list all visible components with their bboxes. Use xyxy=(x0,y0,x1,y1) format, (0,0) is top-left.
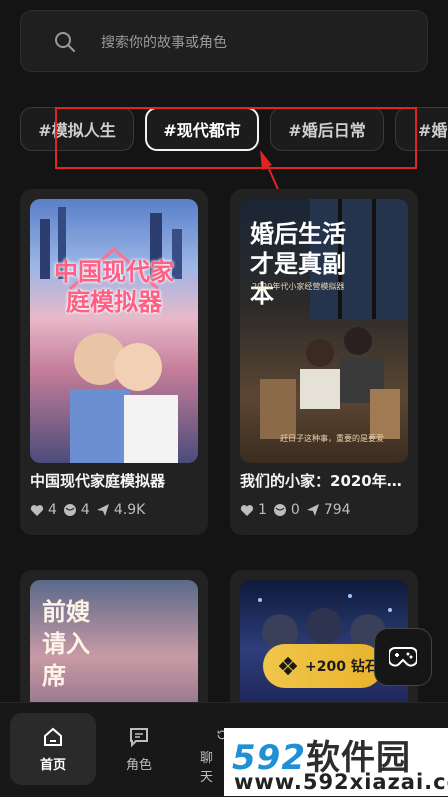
cover-title-text: 婚后生活才是真副本 xyxy=(250,220,346,308)
search-input[interactable] xyxy=(99,31,403,55)
story-card[interactable]: 前嫂请入席 xyxy=(20,570,208,710)
story-card[interactable]: 婚后生活才是真副本 2020年代小家经营模拟器 赶日子这种事，重要的是要爱 我们… xyxy=(230,189,418,535)
heart-icon xyxy=(30,504,44,516)
story-title: 我们的小家：2020年代小家经营模拟器 xyxy=(240,472,416,490)
play-count: 4 xyxy=(80,502,90,518)
like-count: 4 xyxy=(48,502,57,518)
cover-caption-text: 赶日子这种事，重要的是要爱 xyxy=(280,434,384,443)
cover-title-text: 中国现代家庭模拟器 xyxy=(54,258,174,316)
nav-chat[interactable]: 聊天 xyxy=(180,713,224,785)
nav-home[interactable]: 首页 xyxy=(10,713,96,785)
play-count: 0 xyxy=(290,502,300,518)
watermark-logo: 592软件园 www.592xiazai.com xyxy=(224,728,448,796)
story-title: 中国现代家庭模拟器 xyxy=(30,472,166,490)
search-bar[interactable] xyxy=(20,10,428,72)
cover-subtitle-text: 2020年代小家经营模拟器 xyxy=(252,282,345,291)
story-cover-image: 前嫂请入席 xyxy=(30,580,198,710)
gamepad-icon xyxy=(389,647,417,667)
share-count: 794 xyxy=(323,502,351,518)
story-cover-image: 中国现代家庭模拟器 xyxy=(30,199,198,463)
chat-box-icon xyxy=(130,727,148,747)
like-count: 1 xyxy=(258,502,267,518)
home-icon xyxy=(44,727,62,746)
nav-chat-label: 聊天 xyxy=(200,751,214,785)
story-stats: 1 0 794 xyxy=(240,502,351,518)
watermark-url: www.592xiazai.com xyxy=(234,770,448,794)
game-button[interactable] xyxy=(374,628,432,686)
nav-home-label: 首页 xyxy=(39,757,66,773)
globe-icon xyxy=(63,504,76,516)
nav-roles[interactable]: 角色 xyxy=(96,713,182,785)
story-stats: 4 4 4.9K xyxy=(30,502,145,518)
share-count: 4.9K xyxy=(113,502,146,518)
tag-item[interactable]: #模拟人生 xyxy=(20,107,134,151)
cover-title-text: 前嫂请入席 xyxy=(42,597,90,690)
tag-item-active[interactable]: #现代都市 xyxy=(145,107,259,151)
story-card[interactable]: 中国现代家庭模拟器 中国现代家庭模拟器 4 4 4.9K xyxy=(20,189,208,535)
tag-item[interactable]: #婚 xyxy=(395,107,448,151)
story-cover-image: 婚后生活才是真副本 2020年代小家经营模拟器 赶日子这种事，重要的是要爱 xyxy=(240,199,408,463)
nav-roles-label: 角色 xyxy=(125,757,152,773)
globe-icon xyxy=(273,504,286,516)
tag-item[interactable]: #婚后日常 xyxy=(270,107,384,151)
diamond-icon xyxy=(279,657,297,675)
send-icon xyxy=(306,504,319,516)
history-icon xyxy=(217,730,224,740)
search-icon xyxy=(55,32,75,52)
tag-filter-bar: #模拟人生 #现代都市 #婚后日常 #婚 xyxy=(0,107,448,153)
send-icon xyxy=(96,504,109,516)
heart-icon xyxy=(240,504,254,516)
diamond-reward-label: +200 钻石 xyxy=(305,659,379,675)
diamond-reward-button[interactable]: +200 钻石 xyxy=(263,644,383,688)
